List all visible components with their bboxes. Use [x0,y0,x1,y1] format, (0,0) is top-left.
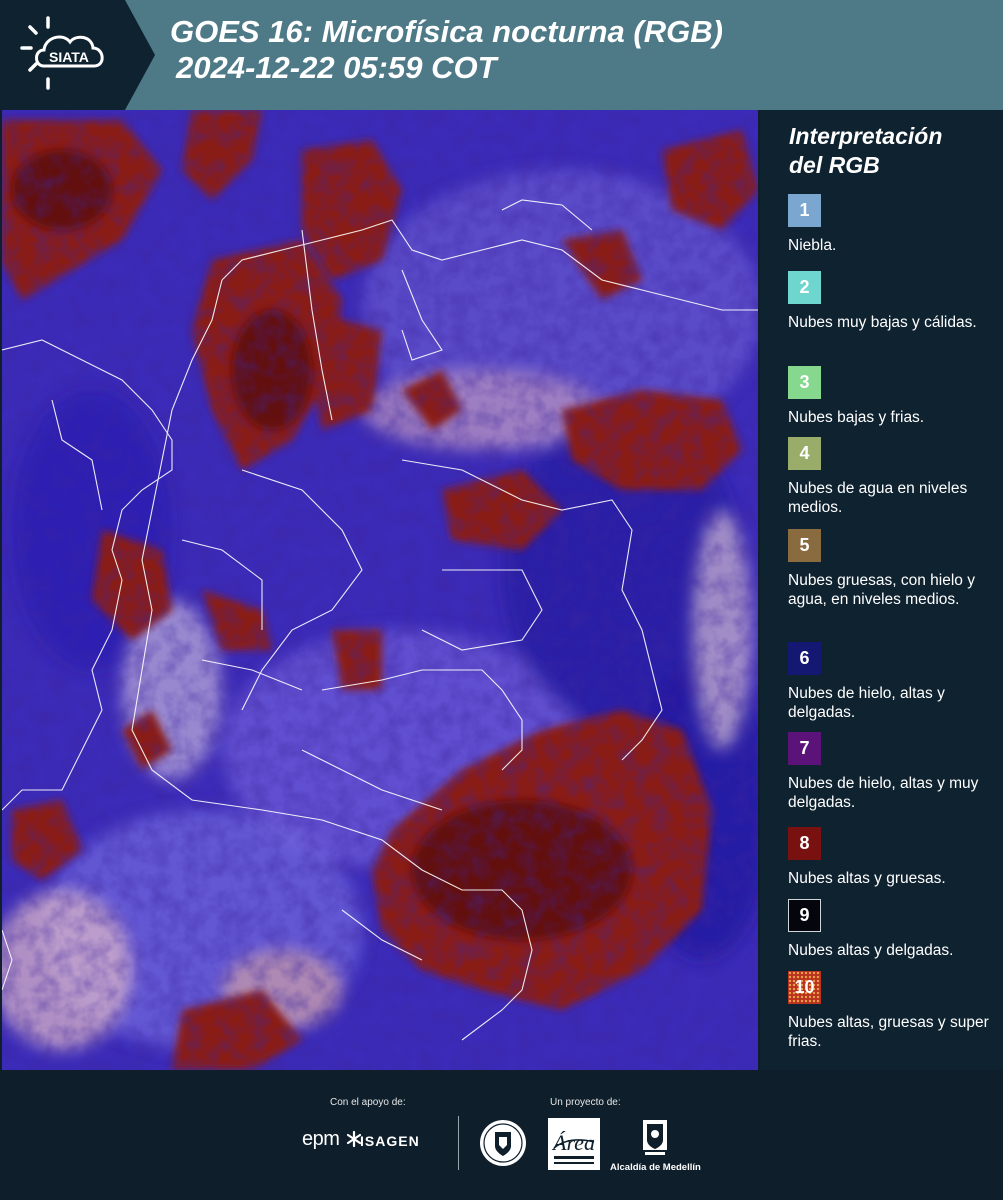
footer-bar: Con el apoyo de: Un proyecto de: epm ISA… [0,1070,1003,1200]
legend-swatch-7: 7 [788,732,821,765]
legend-swatch-3: 3 [788,366,821,399]
siata-logo-text: SIATA [49,49,89,65]
title-line-2: 2024-12-22 05:59 COT [176,50,497,85]
legend-swatch-1: 1 [788,194,821,227]
legend-swatch-2: 2 [788,271,821,304]
legend-label-3: Nubes bajas y frias. [788,409,925,426]
legend-label-9: Nubes altas y delgadas. [788,942,954,959]
legend-item-10: 10 Nubes altas, gruesas y super frias. [788,971,998,1051]
legend-item-8: 8 Nubes altas y gruesas. [788,827,998,888]
legend-title-line-2: del RGB [789,152,880,178]
legend-title-line-1: Interpretación [789,123,943,149]
legend-item-3: 3 Nubes bajas y frias. [788,366,998,427]
legend-label-6: Nubes de hielo, altas y delgadas. [788,685,945,721]
legend-item-7: 7 Nubes de hielo, altas y muy delgadas. [788,732,998,812]
legend-item-1: 1 Niebla. [788,194,998,255]
legend-swatch-6: 6 [788,642,821,675]
epm-logo: epm [302,1128,340,1150]
legend-swatch-9: 9 [788,899,821,932]
page-title: GOES 16: Microfísica nocturna (RGB) 2024… [170,14,723,86]
legend-label-7: Nubes de hielo, altas y muy delgadas. [788,775,979,811]
legend-label-4: Nubes de agua en niveles medios. [788,480,968,516]
alcaldia-logo-text: Alcaldía de Medellín [610,1162,701,1173]
legend-swatch-5: 5 [788,529,821,562]
header-bar: SIATA GOES 16: Microfísica nocturna (RGB… [0,0,1003,110]
footer-divider [458,1116,459,1170]
legend-label-5: Nubes gruesas, con hielo y agua, en nive… [788,572,975,608]
legend-label-1: Niebla. [788,237,837,254]
satellite-image [2,110,758,1070]
legend-label-8: Nubes altas y gruesas. [788,870,946,887]
legend-item-5: 5 Nubes gruesas, con hielo y agua, en ni… [788,529,998,609]
legend-item-6: 6 Nubes de hielo, altas y delgadas. [788,642,998,722]
project-label: Un proyecto de: [550,1097,621,1108]
alcaldia-shield-icon [643,1120,667,1155]
legend-title: Interpretación del RGB [789,122,942,180]
title-line-1: GOES 16: Microfísica nocturna (RGB) [170,14,723,49]
legend-swatch-4: 4 [788,437,821,470]
legend-swatch-8: 8 [788,827,821,860]
legend-label-2: Nubes muy bajas y cálidas. [788,314,977,331]
legend-label-10: Nubes altas, gruesas y super frias. [788,1014,989,1050]
legend-item-9: 9 Nubes altas y delgadas. [788,899,998,960]
university-seal-icon [480,1120,526,1166]
legend-item-4: 4 Nubes de agua en niveles medios. [788,437,998,517]
area-logo-text: Área [553,1130,595,1155]
legend-item-2: 2 Nubes muy bajas y cálidas. [788,271,998,332]
isagen-logo: ISAGEN [360,1133,420,1149]
legend-swatch-10: 10 [788,971,821,1004]
rgb-legend: Interpretación del RGB 1 Niebla. 2 Nubes… [760,110,1003,1070]
support-label: Con el apoyo de: [330,1097,406,1108]
